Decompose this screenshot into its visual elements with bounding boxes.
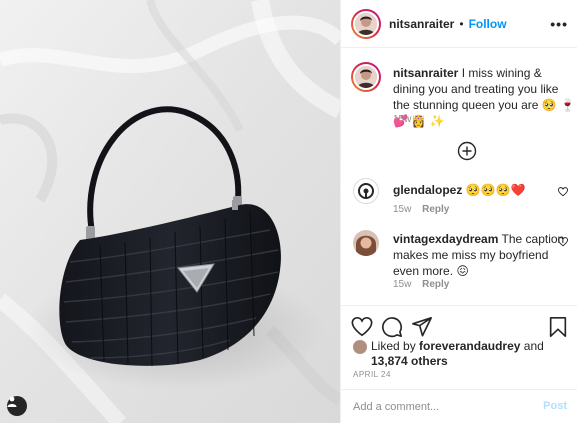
plus-circle-icon	[457, 141, 477, 161]
comment-text: glendalopez 🥺🥺🥺❤️	[393, 182, 543, 198]
comment-meta: 15w Reply	[393, 204, 449, 215]
likes-prefix: Liked by	[371, 339, 416, 353]
comment-item: glendalopez 🥺🥺🥺❤️ 15w Reply	[351, 176, 573, 220]
post-comment-button[interactable]: Post	[543, 400, 567, 412]
comment-timestamp[interactable]: 15w	[393, 204, 411, 215]
liker-username[interactable]: foreverandaudrey	[419, 339, 520, 353]
more-options-button[interactable]: •••	[550, 16, 568, 32]
post-side-panel: nitsanraiter • Follow ••• nitsanraiter I…	[340, 0, 577, 423]
comment-icon[interactable]	[381, 316, 403, 338]
reply-button[interactable]: Reply	[422, 204, 449, 215]
bookmark-icon[interactable]	[547, 316, 569, 338]
header-text: nitsanraiter • Follow	[389, 17, 507, 31]
likes-summary: Liked by foreverandaudrey and 13,874 oth…	[353, 339, 553, 369]
user-tag-icon	[7, 396, 17, 407]
likes-and: and	[523, 339, 544, 353]
comment-meta: 15w Reply	[393, 279, 449, 290]
caption-text: nitsanraiter I miss wining & dining you …	[393, 65, 577, 129]
heart-icon[interactable]	[351, 316, 373, 338]
comment-timestamp[interactable]: 15w	[393, 279, 411, 290]
add-comment-input[interactable]	[353, 398, 528, 416]
comment-username[interactable]: vintagexdaydream	[393, 232, 498, 246]
caption-username[interactable]: nitsanraiter	[393, 66, 458, 80]
reply-button[interactable]: Reply	[422, 279, 449, 290]
post-photo[interactable]	[0, 0, 340, 423]
post-actions: Liked by foreverandaudrey and 13,874 oth…	[341, 305, 577, 397]
paper-plane-icon[interactable]	[411, 316, 433, 338]
header-separator: •	[459, 17, 464, 31]
author-username[interactable]: nitsanraiter	[389, 17, 454, 31]
comment-composer: Post	[341, 389, 577, 423]
heart-icon[interactable]	[558, 237, 568, 247]
avatar-image	[353, 230, 379, 256]
load-more-comments-button[interactable]	[457, 141, 477, 161]
caption-timestamp[interactable]: 15w	[393, 114, 411, 125]
comment-item: vintagexdaydream The caption makes me mi…	[351, 228, 573, 290]
comment-text: vintagexdaydream The caption makes me mi…	[393, 231, 573, 279]
liker-avatar[interactable]	[353, 340, 367, 354]
avatar-image	[355, 13, 377, 35]
instagram-post: nitsanraiter • Follow ••• nitsanraiter I…	[0, 0, 577, 423]
author-avatar[interactable]	[351, 9, 381, 39]
follow-button[interactable]: Follow	[469, 17, 507, 31]
post-date[interactable]: APRIL 24	[353, 370, 391, 379]
commenter-avatar[interactable]	[353, 230, 379, 256]
comment-body: 🥺🥺🥺❤️	[465, 183, 526, 197]
threads-logo-icon	[358, 183, 374, 199]
caption-avatar[interactable]	[351, 62, 381, 92]
heart-icon[interactable]	[558, 187, 568, 197]
avatar-image	[355, 66, 377, 88]
tag-button[interactable]	[7, 396, 27, 416]
comment-username[interactable]: glendalopez	[393, 183, 462, 197]
handbag-photo	[0, 0, 340, 423]
post-header: nitsanraiter • Follow •••	[341, 0, 577, 48]
commenter-avatar[interactable]	[353, 178, 379, 204]
likes-count[interactable]: 13,874 others	[371, 354, 448, 368]
